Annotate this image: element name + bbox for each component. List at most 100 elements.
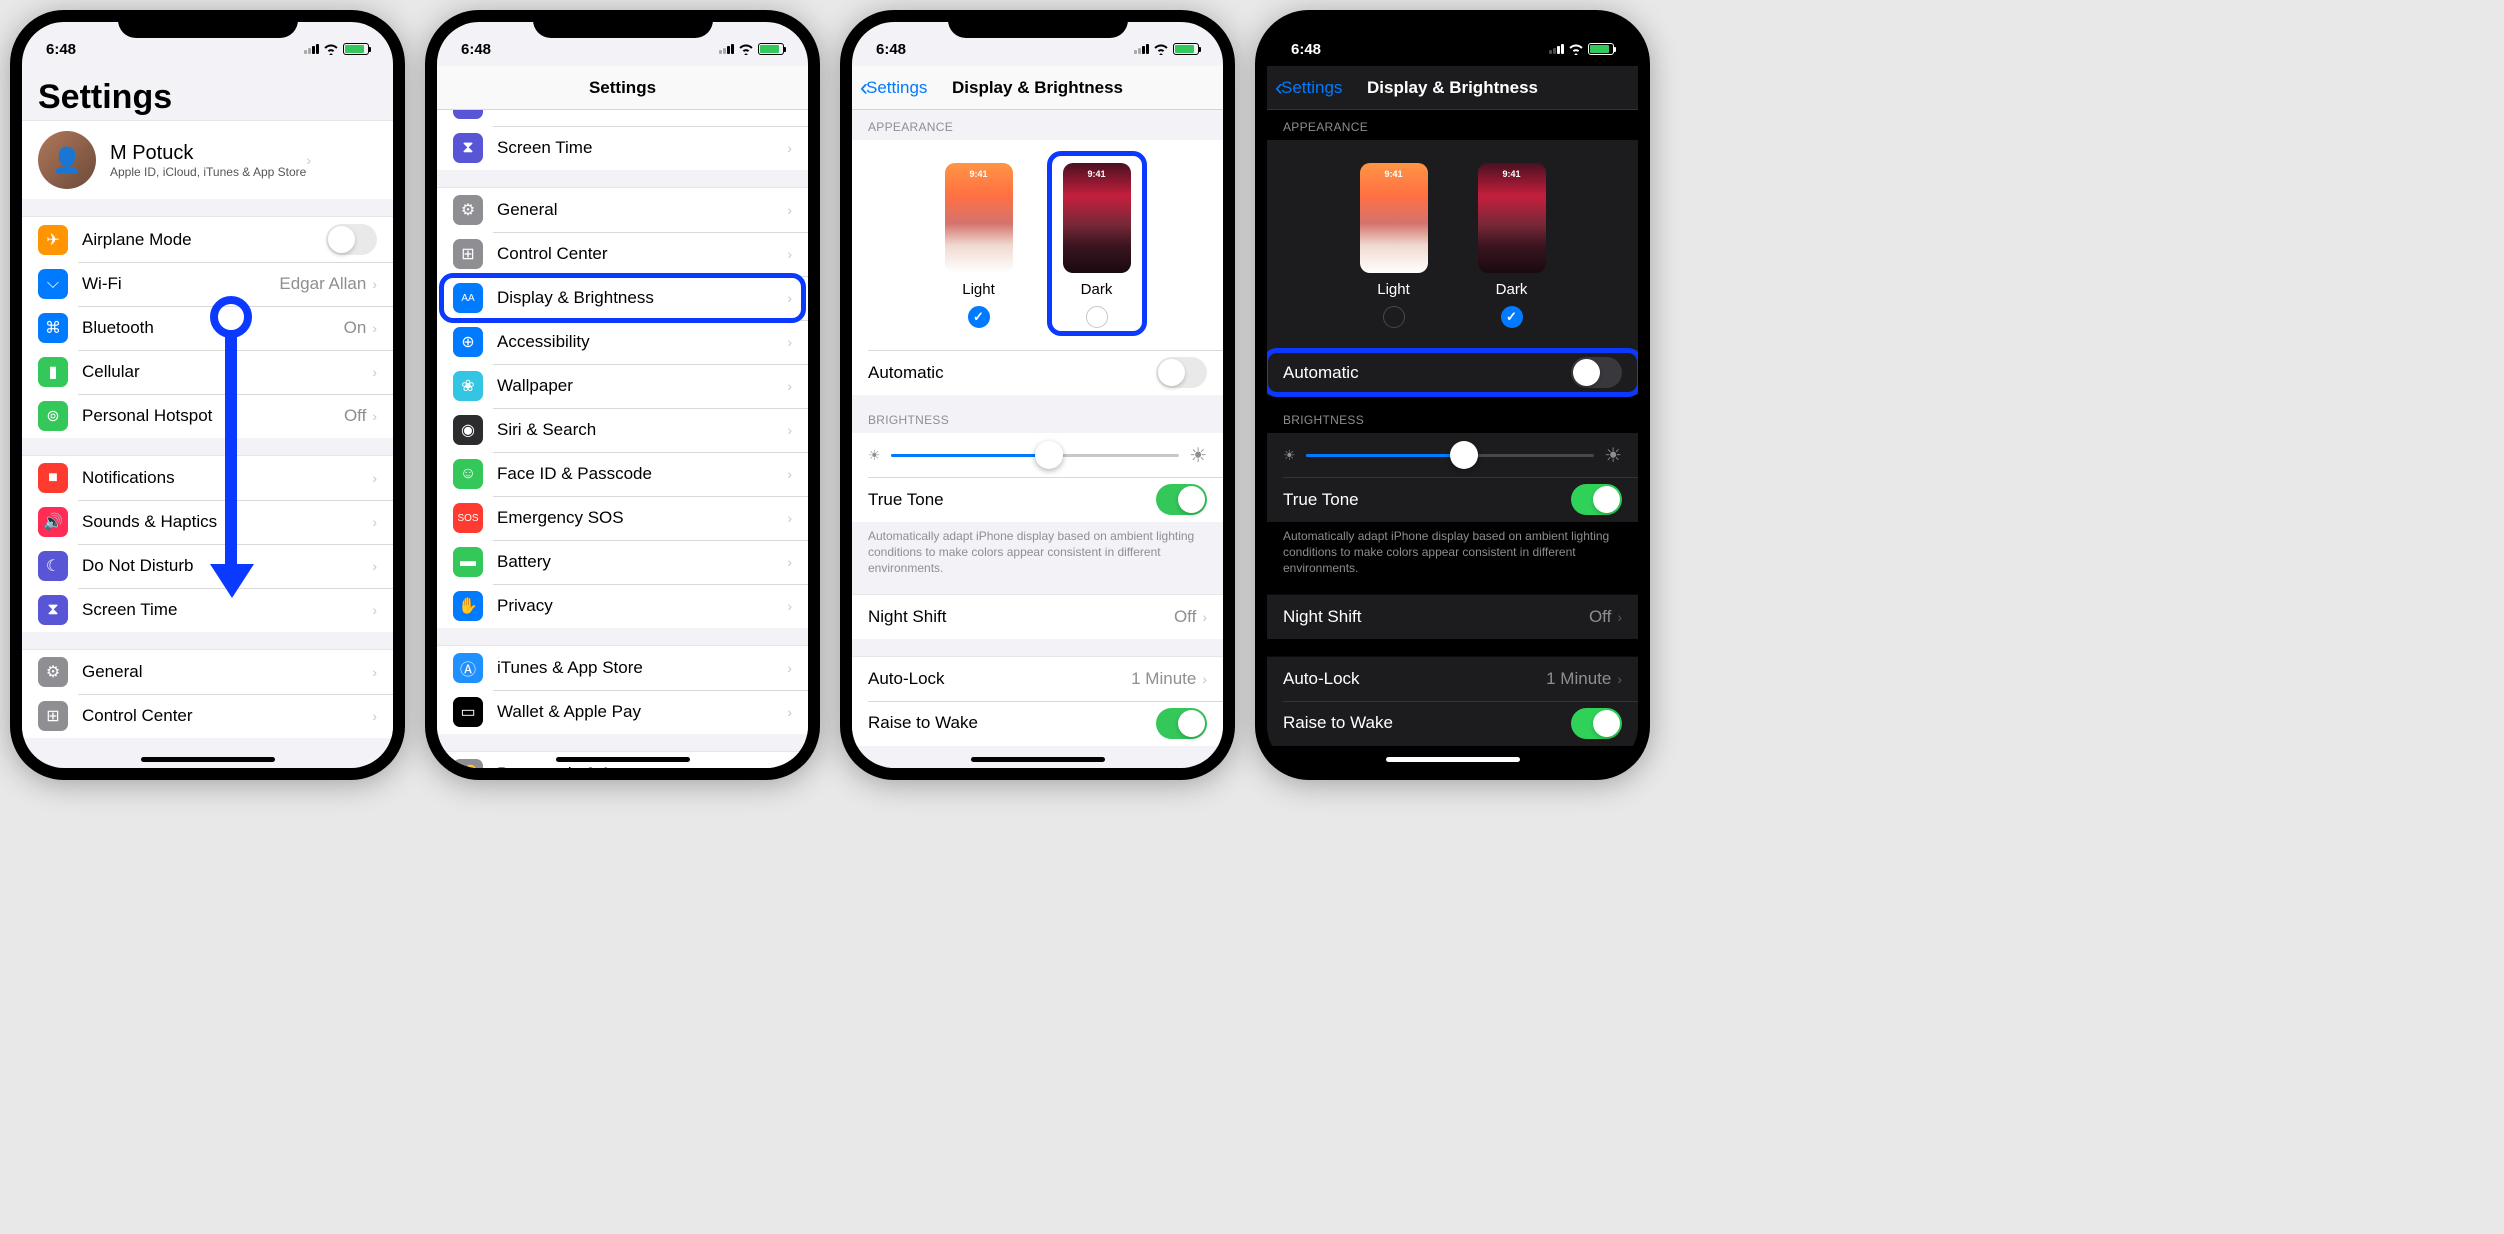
nav-bar: Settings: [437, 66, 808, 110]
truetone-label: True Tone: [1283, 490, 1571, 510]
settings-row-privacy[interactable]: ✋ Privacy›: [437, 584, 808, 628]
autolock-row[interactable]: Auto-Lock 1 Minute ›: [852, 657, 1223, 701]
home-indicator[interactable]: [141, 757, 275, 762]
appearance-dark-option[interactable]: 9:41 Dark: [1063, 163, 1131, 328]
settings-row-face-id-passcode[interactable]: ☺Face ID & Passcode›: [437, 452, 808, 496]
nightshift-row[interactable]: Night Shift Off ›: [1267, 595, 1638, 639]
row-label: Wallpaper: [497, 376, 787, 396]
notif-section: ■Notifications›🔊Sounds & Haptics›☾Do Not…: [22, 456, 393, 632]
home-indicator[interactable]: [556, 757, 690, 762]
chevron-right-icon: ›: [787, 334, 792, 350]
autolock-row[interactable]: Auto-Lock 1 Minute ›: [1267, 657, 1638, 701]
notch: [118, 10, 298, 38]
settings-row-display-brightness[interactable]: AADisplay & Brightness›: [437, 276, 808, 320]
settings-row-notifications[interactable]: ■Notifications›: [22, 456, 393, 500]
toggle[interactable]: [326, 224, 377, 255]
brightness-slider[interactable]: [1306, 454, 1595, 457]
automatic-toggle[interactable]: [1156, 357, 1207, 388]
profile-cell[interactable]: 👤 M Potuck Apple ID, iCloud, iTunes & Ap…: [22, 121, 393, 199]
settings-row-screen-time[interactable]: ⧗Screen Time›: [22, 588, 393, 632]
chevron-right-icon: ›: [1617, 609, 1622, 625]
automatic-row[interactable]: Automatic: [1267, 350, 1638, 395]
hotspot-icon: ⊚: [38, 401, 68, 431]
settings-row-wallet-apple-pay[interactable]: ▭Wallet & Apple Pay›: [437, 690, 808, 734]
appearance-light-option[interactable]: 9:41 Light: [945, 163, 1013, 328]
settings-row-general[interactable]: ⚙General›: [437, 188, 808, 232]
display-content-light: APPEARANCE 9:41 Light 9:41 Dark Automati…: [852, 110, 1223, 768]
settings-row-screen-time[interactable]: ⧗Screen Time›: [437, 126, 808, 170]
settings-row-airplane-mode[interactable]: ✈Airplane Mode: [22, 217, 393, 262]
signal-icon: [1134, 44, 1149, 54]
notch: [533, 10, 713, 38]
brightness-slider-row[interactable]: ☀ ☀: [1267, 433, 1638, 477]
settings-row-accessibility[interactable]: ⊕Accessibility›: [437, 320, 808, 364]
access-icon: ⊕: [453, 327, 483, 357]
chevron-right-icon: ›: [306, 152, 311, 168]
raisetowake-toggle[interactable]: [1156, 708, 1207, 739]
chevron-right-icon: ›: [787, 598, 792, 614]
row-label: Screen Time: [497, 138, 787, 158]
wifi-icon: ⌵: [38, 269, 68, 299]
cellular-icon: ▮: [38, 357, 68, 387]
dark-label: Dark: [1081, 281, 1113, 298]
settings-row-wallpaper[interactable]: ❀Wallpaper›: [437, 364, 808, 408]
bluetooth-icon: ⌘: [38, 313, 68, 343]
settings-row-control-center[interactable]: ⊞Control Center›: [22, 694, 393, 738]
wifi-icon: [323, 43, 339, 55]
truetone-row[interactable]: True Tone: [1267, 477, 1638, 522]
home-indicator[interactable]: [971, 757, 1105, 762]
settings-row-do-not-disturb[interactable]: ☾Do Not Disturb›: [22, 544, 393, 588]
settings-row-do-not-disturb[interactable]: ☾Do Not Disturb›: [437, 110, 808, 126]
raisetowake-row[interactable]: Raise to Wake: [1267, 701, 1638, 746]
nav-title: Display & Brightness: [952, 78, 1123, 98]
brightness-slider[interactable]: [891, 454, 1180, 457]
avatar: 👤: [38, 131, 96, 189]
chevron-right-icon: ›: [372, 408, 377, 424]
raisetowake-toggle[interactable]: [1571, 708, 1622, 739]
truetone-row[interactable]: True Tone: [852, 477, 1223, 522]
privacy-icon: ✋: [453, 591, 483, 621]
settings-row-emergency-sos[interactable]: SOSEmergency SOS›: [437, 496, 808, 540]
raisetowake-row[interactable]: Raise to Wake: [852, 701, 1223, 746]
dark-label: Dark: [1496, 281, 1528, 298]
appearance-light-option[interactable]: 9:41 Light: [1360, 163, 1428, 328]
screentime-icon: ⧗: [453, 133, 483, 163]
passwords-icon: 🔑: [453, 759, 483, 768]
light-radio[interactable]: [1383, 306, 1405, 328]
truetone-label: True Tone: [868, 490, 1156, 510]
sun-max-icon: ☀: [1189, 443, 1207, 468]
row-label: Screen Time: [82, 600, 372, 620]
row-label: Privacy: [497, 596, 787, 616]
settings-row-battery[interactable]: ▬Battery›: [437, 540, 808, 584]
automatic-row[interactable]: Automatic: [852, 350, 1223, 395]
settings-row-control-center[interactable]: ⊞Control Center›: [437, 232, 808, 276]
truetone-toggle[interactable]: [1571, 484, 1622, 515]
settings-row-siri-search[interactable]: ◉Siri & Search›: [437, 408, 808, 452]
automatic-toggle[interactable]: [1571, 357, 1622, 388]
settings-row-itunes-app-store[interactable]: ⒶiTunes & App Store›: [437, 646, 808, 690]
settings-row-wi-fi[interactable]: ⌵Wi-FiEdgar Allan›: [22, 262, 393, 306]
brightness-slider-row[interactable]: ☀ ☀: [852, 433, 1223, 477]
section-a: ☾Do Not Disturb›⧗Screen Time›: [437, 110, 808, 170]
nav-bar: ‹Settings Display & Brightness: [1267, 66, 1638, 110]
nightshift-row[interactable]: Night Shift Off ›: [852, 595, 1223, 639]
settings-row-cellular[interactable]: ▮Cellular›: [22, 350, 393, 394]
appearance-dark-option[interactable]: 9:41 Dark: [1478, 163, 1546, 328]
status-time: 6:48: [1291, 41, 1361, 58]
settings-row-bluetooth[interactable]: ⌘BluetoothOn›: [22, 306, 393, 350]
dark-radio[interactable]: [1086, 306, 1108, 328]
light-radio[interactable]: [968, 306, 990, 328]
settings-row-personal-hotspot[interactable]: ⊚Personal HotspotOff›: [22, 394, 393, 438]
row-label: Do Not Disturb: [82, 556, 372, 576]
back-button[interactable]: ‹Settings: [860, 74, 927, 102]
display-content-dark: APPEARANCE 9:41 Light 9:41 Dark Automati…: [1267, 110, 1638, 768]
back-button[interactable]: ‹Settings: [1275, 74, 1342, 102]
chevron-right-icon: ›: [372, 364, 377, 380]
settings-row-sounds-haptics[interactable]: 🔊Sounds & Haptics›: [22, 500, 393, 544]
dark-radio[interactable]: [1501, 306, 1523, 328]
chevron-right-icon: ›: [787, 246, 792, 262]
home-indicator[interactable]: [1386, 757, 1520, 762]
light-label: Light: [962, 281, 995, 298]
settings-row-general[interactable]: ⚙General›: [22, 650, 393, 694]
truetone-toggle[interactable]: [1156, 484, 1207, 515]
